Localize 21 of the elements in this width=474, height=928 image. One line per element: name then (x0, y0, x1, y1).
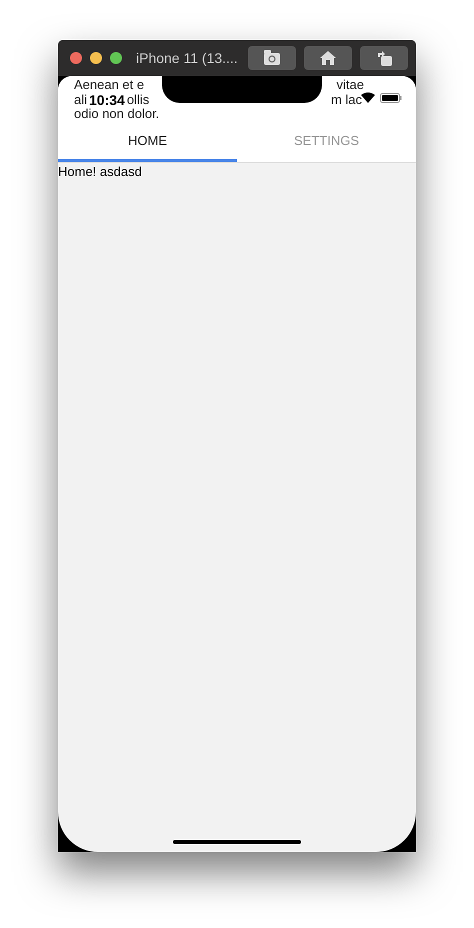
text-fragment: odio non dolor. (74, 107, 160, 122)
text-fragment: vitae (336, 78, 364, 92)
battery-icon (380, 93, 402, 103)
text-fragment: Aenean et e (74, 78, 144, 92)
window-title: iPhone 11 (13.... (136, 50, 238, 66)
tab[interactable]: HOME (58, 122, 237, 162)
home-button[interactable] (304, 46, 352, 70)
close-icon[interactable] (70, 52, 82, 64)
status-time: 10:34 (89, 92, 125, 107)
text-fragment: m lac (330, 92, 362, 107)
camera-icon (263, 50, 281, 66)
zoom-icon[interactable] (110, 52, 122, 64)
screenshot-button[interactable] (248, 46, 296, 70)
wifi-icon (361, 92, 375, 103)
rotate-icon (375, 49, 393, 67)
text-fragment: ollis (126, 92, 150, 107)
rotate-button[interactable] (360, 46, 408, 70)
house-icon (319, 50, 337, 66)
text-fragment: ali (74, 92, 88, 107)
content-text: Home! asdasd (58, 162, 143, 178)
minimize-icon[interactable] (90, 52, 102, 64)
